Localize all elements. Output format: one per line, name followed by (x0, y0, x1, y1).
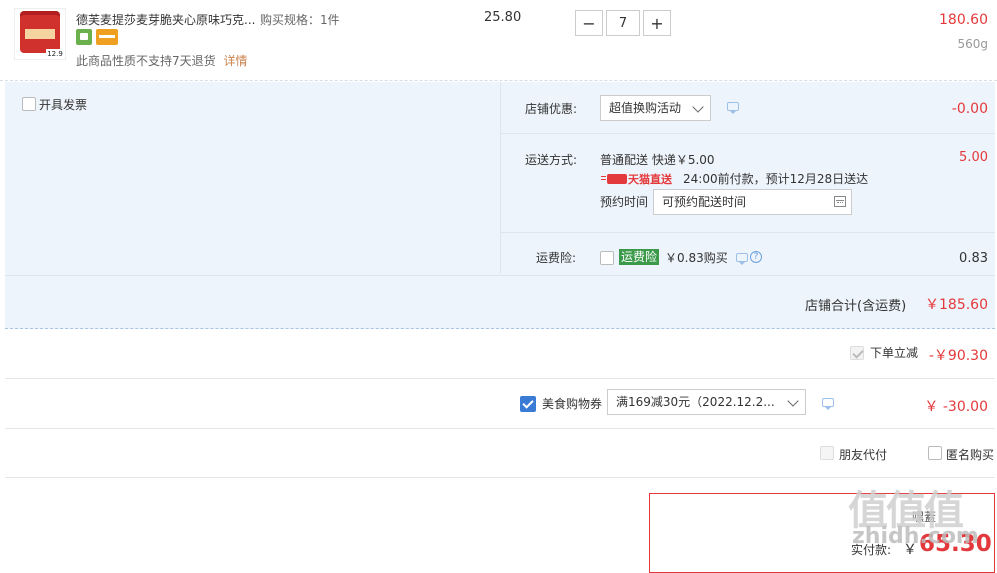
product-title[interactable]: 德芙麦提莎麦芽脆夹心原味巧克... (76, 11, 255, 28)
insurance-tag: 运费险 (619, 249, 660, 265)
shop-discount-amount: -0.00 (951, 101, 988, 117)
service-badge-icon[interactable] (76, 29, 92, 45)
insurance-chat-icon[interactable] (736, 253, 748, 265)
friend-pay-checkbox[interactable] (820, 446, 834, 460)
shipping-method: 普通配送 快递￥5.00 (600, 153, 715, 167)
product-spec: 购买规格：1件 (260, 13, 340, 27)
shipping-fee: 5.00 (959, 150, 988, 165)
help-icon[interactable]: ? (750, 251, 762, 263)
chevron-down-icon (787, 395, 799, 407)
tmall-direct-label: 天猫直送 (628, 173, 672, 186)
detail-link[interactable]: 详情 (223, 54, 247, 68)
insurance-price: ￥0.83购买 (665, 251, 728, 265)
insurance-checkbox[interactable] (600, 251, 614, 265)
shop-total-label: 店铺合计(含运费) (805, 299, 907, 314)
shipping-divider (501, 232, 995, 233)
divider (5, 428, 995, 429)
reserve-time-input[interactable]: 可预约配送时间 (653, 189, 852, 215)
reserve-time-placeholder: 可预约配送时间 (662, 195, 747, 209)
quantity-minus-button[interactable]: − (575, 10, 603, 36)
product-thumbnail[interactable]: 12.9 (14, 8, 66, 60)
insurance-amount: 0.83 (959, 251, 988, 266)
product-subtotal: 180.60 (939, 12, 988, 28)
coupon-amount: ￥ -30.00 (924, 399, 988, 415)
friend-pay-label[interactable]: 朋友代付 (839, 446, 887, 463)
shop-discount-label: 店铺优惠: (525, 102, 578, 116)
shipping-label: 运送方式: (525, 153, 578, 167)
return-notice: 此商品性质不支持7天退货 详情 (76, 52, 247, 69)
discount-divider (501, 133, 995, 134)
coupon-checkbox[interactable] (520, 396, 536, 412)
unit-price: 25.80 (484, 10, 522, 25)
chat-icon[interactable] (727, 102, 739, 114)
tmall-icon (601, 174, 627, 184)
coupon-select[interactable]: 满169减30元（2022.12.2... (607, 389, 806, 415)
card-badge-icon[interactable] (96, 29, 118, 45)
chevron-down-icon (692, 101, 704, 113)
coupon-chat-icon[interactable] (822, 398, 834, 410)
shipping-eta: 24:00前付款，预计12月28日送达 (683, 172, 869, 186)
reserve-label: 预约时间 (600, 195, 649, 209)
order-discount-checkbox (850, 346, 864, 360)
coupon-label: 美食购物券 (542, 397, 603, 411)
coupon-selected: 满169减30元（2022.12.2... (616, 395, 775, 409)
invoice-checkbox[interactable] (22, 97, 36, 111)
watermark-text: zhidh.com (852, 524, 979, 549)
shop-discount-select[interactable]: 超值换购活动 (600, 95, 711, 121)
return-notice-text: 此商品性质不支持7天退货 (76, 54, 216, 68)
shop-section-divider (500, 82, 501, 274)
shop-discount-selected: 超值换购活动 (609, 101, 682, 115)
order-discount-amount: -￥90.30 (928, 348, 988, 364)
quantity-plus-button[interactable]: + (643, 10, 671, 36)
divider (5, 378, 995, 379)
shop-total-amount: ￥185.60 (925, 297, 988, 313)
anonymous-checkbox[interactable] (928, 446, 942, 460)
quantity-input[interactable]: 7 (606, 10, 640, 36)
total-divider (5, 275, 995, 276)
insurance-label: 运费险: (536, 251, 577, 265)
order-discount-label: 下单立减 (870, 346, 919, 360)
anonymous-label[interactable]: 匿名购买 (946, 446, 994, 463)
invoice-label[interactable]: 开具发票 (39, 96, 87, 113)
product-weight: 560g (957, 37, 988, 51)
thumbnail-price: 12.9 (46, 49, 64, 59)
calendar-icon[interactable] (834, 196, 846, 207)
divider (5, 477, 995, 478)
thumbnail-can-label (25, 29, 55, 39)
